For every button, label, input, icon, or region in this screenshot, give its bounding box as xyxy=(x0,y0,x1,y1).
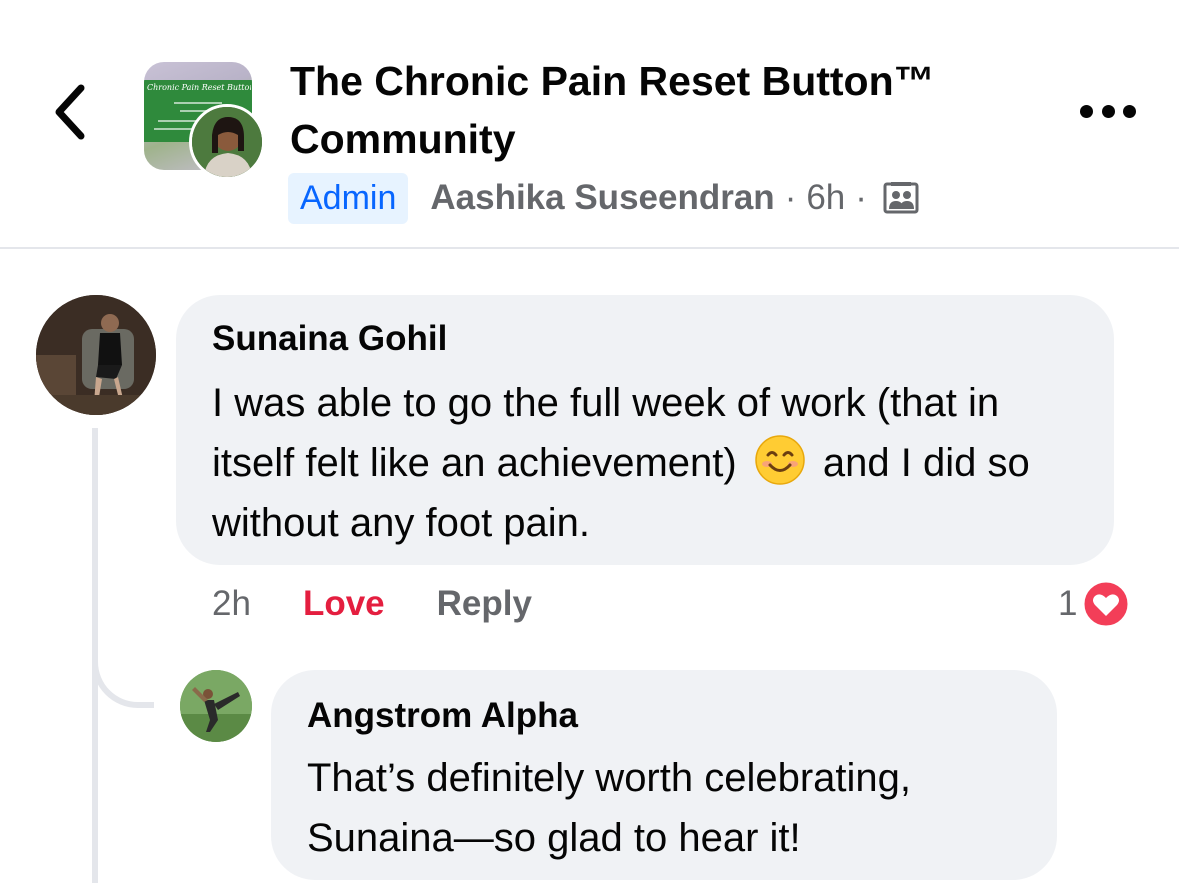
banner-line xyxy=(174,102,222,104)
author-avatar[interactable] xyxy=(189,104,265,180)
reply-button[interactable]: Reply xyxy=(437,584,532,624)
reply-text: That’s definitely worth celebrating, Sun… xyxy=(307,756,912,860)
reply-bubble[interactable]: Angstrom Alpha That’s definitely worth c… xyxy=(271,670,1057,880)
comment-author[interactable]: Sunaina Gohil xyxy=(212,319,447,359)
post-author-name[interactable]: Aashika Suseendran xyxy=(430,178,774,218)
reply-avatar-image xyxy=(180,670,252,742)
post-comments-screen: Chronic Pain Reset Button The Chronic Pa… xyxy=(0,0,1179,883)
admin-badge: Admin xyxy=(288,172,409,224)
commenter-avatar-image xyxy=(36,295,156,415)
post-header: Chronic Pain Reset Button The Chronic Pa… xyxy=(0,0,1179,249)
reaction-count: 1 xyxy=(1058,584,1078,623)
reply-avatar[interactable] xyxy=(180,670,252,742)
more-options-icon xyxy=(1123,104,1136,118)
comment-timestamp[interactable]: 2h xyxy=(212,584,251,624)
comment-text: I was able to go the full week of work (… xyxy=(212,373,1092,553)
back-button[interactable] xyxy=(40,72,100,152)
commenter-avatar[interactable] xyxy=(36,295,156,415)
author-avatar-image xyxy=(192,107,262,177)
meta-separator: · xyxy=(855,178,867,217)
post-meta-row: Admin Aashika Suseendran · 6h · xyxy=(288,170,919,226)
love-button[interactable]: Love xyxy=(303,584,385,624)
comment-actions: 2h Love Reply xyxy=(212,580,532,628)
heart-reaction-icon xyxy=(1081,579,1131,629)
group-members-icon xyxy=(883,180,919,216)
group-title-block[interactable]: The Chronic Pain Reset Button™ Community xyxy=(290,52,1010,168)
post-timestamp[interactable]: 6h xyxy=(806,178,845,218)
more-options-icon xyxy=(1101,104,1115,118)
comment-bubble[interactable]: Sunaina Gohil I was able to go the full … xyxy=(176,295,1114,565)
more-options-button[interactable] xyxy=(1080,96,1136,126)
chevron-left-icon xyxy=(55,84,85,140)
reply-author[interactable]: Angstrom Alpha xyxy=(307,696,578,736)
group-banner-text: Chronic Pain Reset Button xyxy=(147,83,251,92)
reaction-summary[interactable]: 1 xyxy=(1058,578,1131,630)
thread-connector xyxy=(92,652,154,708)
more-options-icon xyxy=(1080,104,1093,118)
smiling-face-icon xyxy=(755,435,805,485)
meta-separator: · xyxy=(784,178,797,217)
group-title[interactable]: The Chronic Pain Reset Button™ Community xyxy=(290,52,1010,168)
